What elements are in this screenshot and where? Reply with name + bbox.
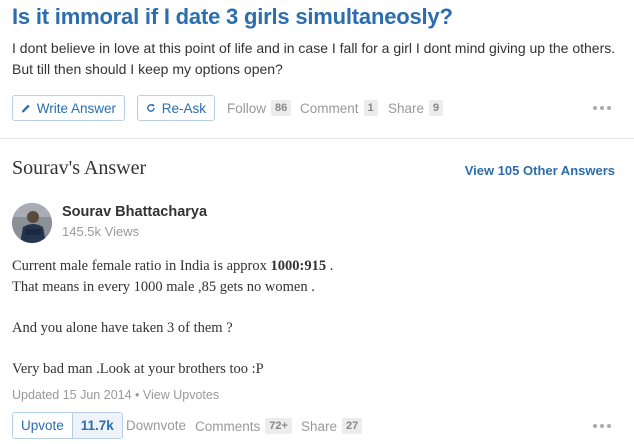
author-views: 145.5k Views (62, 224, 140, 239)
question-title[interactable]: Is it immoral if I date 3 girls simultan… (12, 4, 453, 30)
meta-separator: • (135, 388, 140, 402)
ratio-value: 1000:915 (270, 258, 327, 274)
answer-line-3: And you alone have taken 3 of them ? (12, 319, 233, 336)
answer-share-count: 27 (342, 418, 363, 434)
share-label: Share (388, 100, 425, 116)
reask-button[interactable]: Re-Ask (137, 95, 215, 121)
share-count: 9 (429, 100, 444, 116)
comments-label: Comments (195, 418, 261, 434)
answer-body: Current male female ratio in India is ap… (12, 256, 333, 379)
follow-count: 86 (271, 100, 292, 116)
updated-date: Updated 15 Jun 2014 (12, 388, 132, 402)
question-details: I dont believe in love at this point of … (12, 40, 616, 77)
answer-line-1: Current male female ratio in India is ap… (12, 258, 334, 274)
reask-label: Re-Ask (161, 100, 206, 116)
comment-button[interactable]: Comment 1 (300, 100, 378, 116)
downvote-button[interactable]: Downvote (126, 418, 186, 433)
view-upvotes-link[interactable]: View Upvotes (143, 388, 219, 402)
share-button[interactable]: Share 9 (388, 100, 444, 116)
answer-meta: Updated 15 Jun 2014 • View Upvotes (12, 388, 219, 402)
answer-line-4: Very bad man .Look at your brothers too … (12, 360, 264, 377)
follow-label: Follow (227, 100, 267, 116)
question-more-menu-icon[interactable] (593, 106, 611, 110)
section-divider (0, 138, 634, 139)
avatar-photo (12, 203, 52, 243)
refresh-icon (147, 103, 155, 112)
answer-share-button[interactable]: Share 27 (301, 418, 363, 434)
author-avatar[interactable] (12, 203, 52, 243)
comment-count: 1 (363, 100, 378, 116)
answer-heading: Sourav's Answer (12, 157, 147, 179)
follow-button[interactable]: Follow 86 (227, 100, 292, 116)
upvote-count: 11.7k (71, 413, 122, 438)
comment-label: Comment (300, 100, 359, 116)
comments-button[interactable]: Comments 72+ (195, 418, 292, 434)
answer-share-label: Share (301, 418, 338, 434)
upvote-label: Upvote (21, 418, 64, 433)
answer-more-menu-icon[interactable] (593, 424, 611, 428)
author-name[interactable]: Sourav Bhattacharya (62, 204, 207, 220)
write-answer-button[interactable]: Write Answer (12, 95, 125, 121)
view-other-answers-link[interactable]: View 105 Other Answers (465, 163, 615, 178)
answer-line-2: That means in every 1000 male ,85 gets n… (12, 278, 315, 295)
pencil-icon (21, 104, 30, 113)
write-answer-label: Write Answer (36, 100, 116, 116)
comments-count: 72+ (265, 418, 292, 434)
upvote-button[interactable]: Upvote 11.7k (12, 412, 123, 439)
